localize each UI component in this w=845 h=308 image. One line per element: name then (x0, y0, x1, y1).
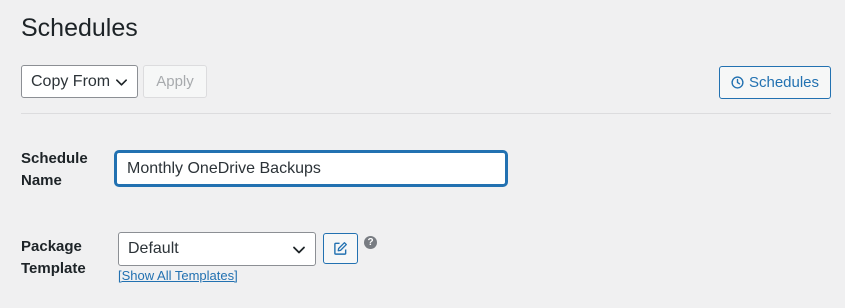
edit-icon (334, 242, 347, 255)
schedule-name-input[interactable] (115, 151, 507, 186)
copy-from-select[interactable]: Copy From (21, 65, 138, 98)
chevron-down-icon (293, 246, 305, 254)
package-template-label: Package Template (21, 238, 86, 277)
schedules-button[interactable]: Schedules (719, 66, 831, 99)
schedules-button-label: Schedules (748, 74, 820, 91)
page-title: Schedules (21, 14, 138, 42)
clock-icon (731, 76, 744, 89)
help-icon[interactable]: ? (364, 236, 377, 249)
package-template-select[interactable]: Default (118, 232, 316, 266)
show-all-templates-link[interactable]: [Show All Templates] (118, 268, 238, 283)
apply-button[interactable]: Apply (143, 65, 207, 98)
chevron-down-icon (116, 79, 127, 86)
copy-from-selected: Copy From (31, 72, 111, 90)
schedule-name-label: Schedule Name (21, 150, 88, 189)
divider (21, 113, 831, 114)
schedules-page: Schedules Copy From Apply Schedules Sche… (0, 0, 845, 308)
edit-template-button[interactable] (323, 233, 358, 264)
package-template-selected: Default (128, 240, 179, 257)
